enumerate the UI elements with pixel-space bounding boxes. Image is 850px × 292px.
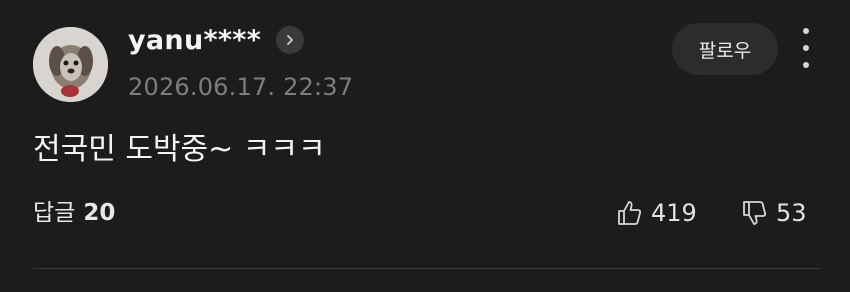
avatar[interactable] <box>33 27 108 102</box>
more-vertical-icon-dot <box>803 45 809 51</box>
profile-link-button[interactable] <box>276 26 304 54</box>
comment-timestamp: 2026.06.17. 22:37 <box>128 73 354 101</box>
chevron-right-icon <box>287 35 293 45</box>
avatar-dog-image <box>33 27 108 102</box>
more-vertical-icon <box>803 28 809 34</box>
more-vertical-icon-dot <box>803 62 809 68</box>
thumbs-down-icon <box>743 201 767 225</box>
comment-item: yanu**** 2026.06.17. 22:37 팔로우 전국민 도박중~ … <box>0 0 850 292</box>
dislike-button[interactable]: 53 <box>740 197 807 229</box>
replies-label: 답글 <box>33 200 76 226</box>
username[interactable]: yanu**** <box>128 24 261 58</box>
dislike-count: 53 <box>776 199 807 227</box>
follow-button[interactable]: 팔로우 <box>672 23 778 75</box>
more-options-button[interactable] <box>794 28 818 68</box>
comment-text: 전국민 도박중~ ㅋㅋㅋ <box>33 132 326 167</box>
thumbs-up-icon <box>618 201 642 225</box>
like-button[interactable]: 419 <box>615 197 697 229</box>
replies-count: 20 <box>83 200 116 226</box>
like-count: 419 <box>651 199 697 227</box>
replies-button[interactable]: 답글 20 <box>33 197 115 229</box>
divider <box>33 268 820 269</box>
